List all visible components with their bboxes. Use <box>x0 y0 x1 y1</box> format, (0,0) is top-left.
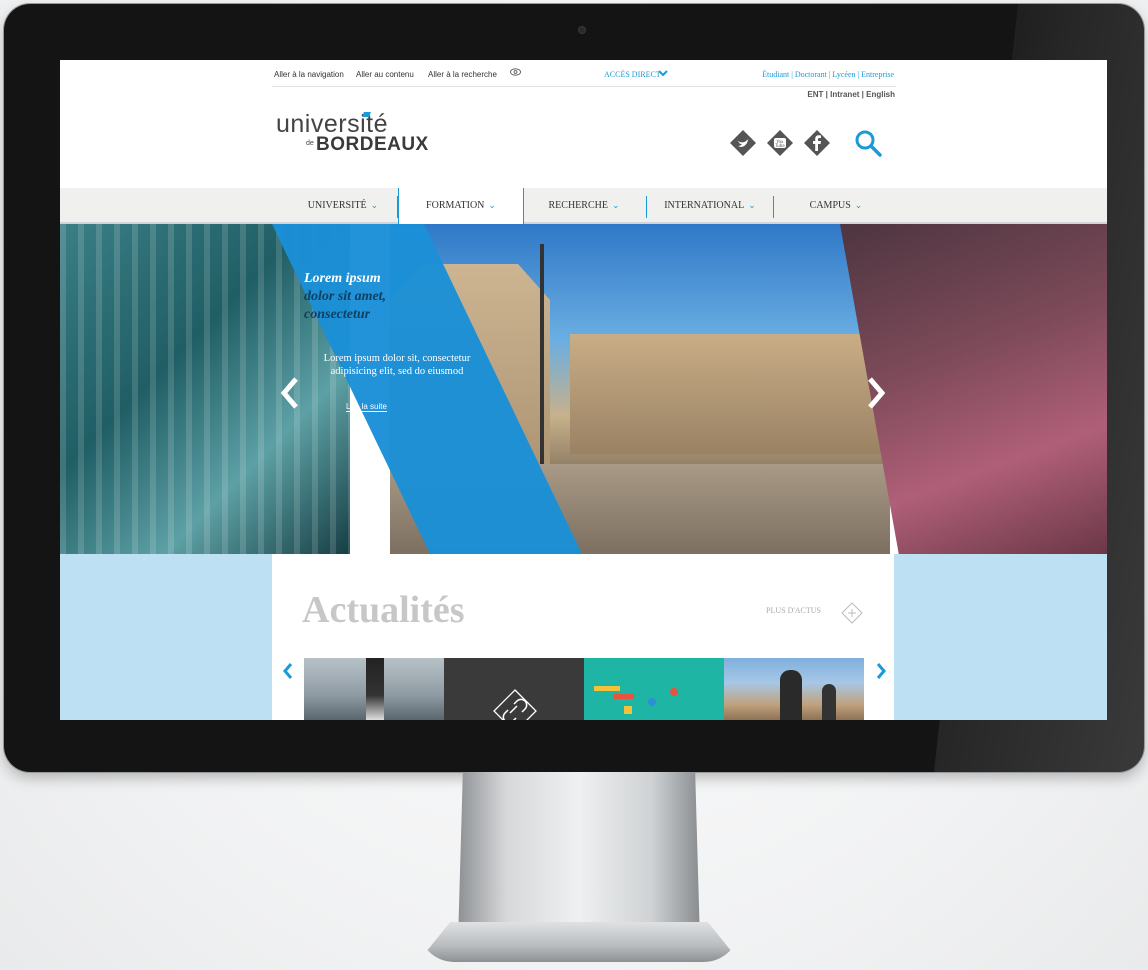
divider <box>272 86 896 87</box>
acces-direct-menu[interactable]: ACCÈS DIRECT <box>604 70 661 79</box>
street-lamp <box>540 244 544 494</box>
eye-icon[interactable] <box>510 68 521 76</box>
hero-title-line: consectetur <box>304 307 371 322</box>
svg-text:Tube: Tube <box>774 143 785 148</box>
camera-icon <box>578 26 586 34</box>
hero-text: Lorem ipsum dolor sit, consectetur adipi… <box>323 353 471 377</box>
logo-de: de <box>306 140 314 147</box>
main-nav: UNIVERSITÉ ⌄ FORMATION ⌄ RECHERCHE ⌄ INTERN… <box>60 188 1107 224</box>
link-icon <box>493 689 537 720</box>
hero-carousel: Lorem ipsum dolor sit amet, consectetur … <box>60 224 1107 554</box>
monitor-bezel: Aller à la navigation Aller au contenu A… <box>4 4 1144 772</box>
nav-item-formation[interactable]: FORMATION ⌄ <box>398 188 524 224</box>
chevron-down-icon: ⌄ <box>488 200 496 210</box>
top-bar: Aller à la navigation Aller au contenu A… <box>60 60 1107 86</box>
more-news-link[interactable]: PLUS D'ACTUS <box>766 606 821 615</box>
news-thumbnail[interactable] <box>444 658 584 720</box>
signpost <box>594 686 620 691</box>
read-more-link[interactable]: Lire la suite <box>346 402 387 412</box>
nav-label: RECHERCHE <box>548 200 608 211</box>
chevron-right-icon[interactable] <box>875 662 887 680</box>
profile-links[interactable]: Étudiant | Doctorant | Lycéen | Entrepri… <box>762 70 894 79</box>
person-silhouette <box>366 658 384 720</box>
stand-foot <box>418 922 740 962</box>
chevron-down-icon[interactable] <box>658 69 668 77</box>
skip-link-navigation[interactable]: Aller à la navigation <box>274 70 344 79</box>
chevron-down-icon: ⌄ <box>748 200 756 210</box>
twitter-icon[interactable] <box>730 130 756 156</box>
website-screen: Aller à la navigation Aller au contenu A… <box>60 60 1107 720</box>
chevron-left-icon[interactable] <box>282 662 294 680</box>
hero-title-line: Lorem ipsum <box>304 271 381 286</box>
nav-item-universite[interactable]: UNIVERSITÉ ⌄ <box>278 188 408 222</box>
facebook-icon[interactable] <box>804 130 830 156</box>
person-silhouette <box>822 684 836 720</box>
hero-title-line: dolor sit amet, <box>304 289 387 304</box>
news-thumbnail[interactable] <box>584 658 724 720</box>
chevron-down-icon: ⌄ <box>611 200 620 210</box>
pin <box>648 698 656 706</box>
stand-neck <box>458 772 700 942</box>
nav-item-recherche[interactable]: RECHERCHE ⌄ <box>522 188 646 222</box>
nav-item-international[interactable]: INTERNATIONAL ⌄ <box>647 188 773 222</box>
nav-label: CAMPUS <box>809 200 851 211</box>
logo-bordeaux[interactable]: BORDEAUX <box>316 134 429 156</box>
search-icon[interactable] <box>853 128 883 158</box>
monitor-stand <box>418 772 740 968</box>
signpost <box>624 706 632 714</box>
nav-label: UNIVERSITÉ <box>307 200 367 211</box>
pin <box>670 688 678 696</box>
chevron-left-icon[interactable] <box>280 376 300 410</box>
news-title: Actualités <box>302 589 465 631</box>
news-thumbnail[interactable] <box>304 658 444 720</box>
city-buildings <box>570 334 890 454</box>
chevron-down-icon: ⌄ <box>370 200 379 210</box>
nav-label: INTERNATIONAL <box>664 200 745 211</box>
skip-link-content[interactable]: Aller au contenu <box>356 70 414 79</box>
chevron-down-icon: ⌄ <box>854 200 863 210</box>
chevron-right-icon[interactable] <box>866 376 886 410</box>
hero-title: Lorem ipsum dolor sit amet, consectetur <box>304 270 464 324</box>
nav-label: FORMATION <box>426 200 485 211</box>
youtube-icon[interactable]: YouTube <box>767 130 793 156</box>
news-thumbnail[interactable] <box>724 658 864 720</box>
tool-links[interactable]: ENT | Intranet | English <box>807 90 895 99</box>
signpost <box>614 694 634 699</box>
nav-item-campus[interactable]: CAMPUS ⌄ <box>774 188 898 222</box>
plus-icon[interactable] <box>841 602 863 624</box>
skip-link-search[interactable]: Aller à la recherche <box>428 70 497 79</box>
person-silhouette <box>780 670 802 720</box>
